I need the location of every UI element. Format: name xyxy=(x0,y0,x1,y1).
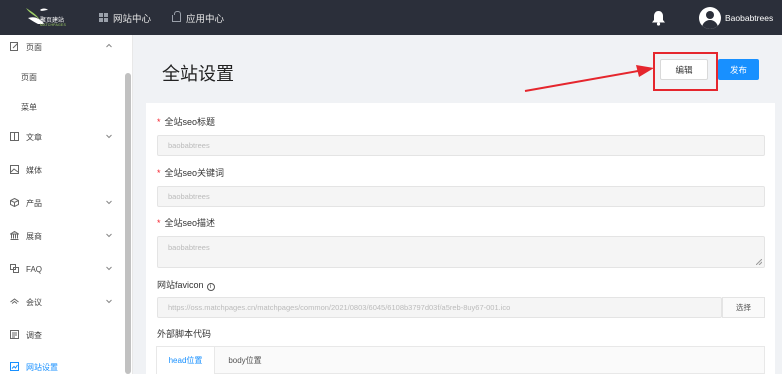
sidebar-item-label: 会议 xyxy=(26,297,42,307)
favicon-url-input[interactable]: https://oss.matchpages.cn/matchpages/com… xyxy=(157,297,722,318)
nav-website-center[interactable]: 网站中心 xyxy=(99,0,151,35)
survey-icon xyxy=(10,330,19,339)
sidebar-item-label: 网站设置 xyxy=(26,362,58,372)
sidebar-item-label: 菜单 xyxy=(21,102,37,112)
chevron-down-icon xyxy=(106,233,112,238)
required-mark: * xyxy=(157,117,161,127)
sidebar-item-exhibitors[interactable]: 展商 xyxy=(0,226,122,246)
favicon-label: 网站favicon i xyxy=(157,278,215,291)
field-label-text: 网站favicon xyxy=(157,280,204,290)
tab-head[interactable]: head位置 xyxy=(157,347,215,374)
seo-keywords-label: * 全站seo关键词 xyxy=(157,166,224,179)
nav-label: 网站中心 xyxy=(113,13,152,25)
seo-title-label: * 全站seo标题 xyxy=(157,115,215,128)
settings-icon xyxy=(10,362,19,371)
resize-handle-icon[interactable] xyxy=(756,259,762,265)
sidebar-item-meetings[interactable]: 会议 xyxy=(0,292,122,312)
edit-button[interactable]: 编辑 xyxy=(660,59,708,80)
sidebar-subitem-menu[interactable]: 菜单 xyxy=(0,97,122,117)
top-bar: 聚页建站 MATCHPAGES 网站中心 应用中心 Baobabtrees xyxy=(0,0,782,35)
seo-description-label: * 全站seo描述 xyxy=(157,216,215,229)
username: Baobabtrees xyxy=(725,12,774,23)
chevron-up-icon xyxy=(106,43,112,48)
seo-description-textarea[interactable]: baobabtrees xyxy=(157,236,765,268)
sidebar-item-label: 媒体 xyxy=(26,165,42,175)
external-script-label: 外部脚本代码 xyxy=(157,329,212,339)
cube-icon xyxy=(10,198,19,207)
required-mark: * xyxy=(157,218,161,228)
sidebar-subitem-pages[interactable]: 页面 xyxy=(0,67,122,87)
field-label-text: 全站seo关键词 xyxy=(164,168,225,178)
chevron-down-icon xyxy=(106,266,112,271)
sidebar-item-label: 调查 xyxy=(26,330,42,340)
sidebar-item-label: 展商 xyxy=(26,231,42,241)
image-icon xyxy=(10,165,19,174)
annotation-arrow xyxy=(524,65,654,92)
info-icon[interactable]: i xyxy=(206,283,215,291)
grid-icon xyxy=(99,13,108,22)
bag-icon xyxy=(172,11,181,22)
choose-favicon-button[interactable]: 选择 xyxy=(722,297,765,318)
sidebar-item-media[interactable]: 媒体 xyxy=(0,160,122,180)
chevron-down-icon xyxy=(106,299,112,304)
sidebar-item-pages[interactable]: 页面 xyxy=(0,37,122,57)
faq-icon xyxy=(10,264,19,273)
required-mark: * xyxy=(157,168,161,178)
tab-body[interactable]: body位置 xyxy=(215,347,275,374)
brand-subtitle: MATCHPAGES xyxy=(40,23,66,27)
sidebar-item-label: 页面 xyxy=(21,72,37,82)
sidebar-item-label: FAQ xyxy=(26,264,43,274)
nav-app-center[interactable]: 应用中心 xyxy=(172,0,224,35)
chevron-down-icon xyxy=(106,200,112,205)
user-menu[interactable]: Baobabtrees xyxy=(699,6,773,29)
sidebar: 页面 页面 菜单 文章 媒体 产品 展商 FAQ 会议 调查 网站设置 xyxy=(0,35,133,374)
field-label-text: 全站seo描述 xyxy=(164,218,216,228)
meeting-icon xyxy=(10,298,19,304)
edit-icon xyxy=(10,42,18,51)
input-value: baobabtrees xyxy=(168,243,210,252)
field-label-text: 全站seo标题 xyxy=(164,117,216,127)
bell-icon[interactable] xyxy=(651,10,666,26)
sidebar-item-survey[interactable]: 调查 xyxy=(0,325,122,345)
input-value: https://oss.matchpages.cn/matchpages/com… xyxy=(168,303,511,312)
script-position-tabs: head位置 body位置 xyxy=(156,346,765,374)
bank-icon xyxy=(10,231,19,240)
sidebar-item-site-settings[interactable]: 网站设置 xyxy=(0,357,122,374)
sidebar-item-label: 页面 xyxy=(26,42,42,52)
sidebar-item-faq[interactable]: FAQ xyxy=(0,259,122,279)
sidebar-item-products[interactable]: 产品 xyxy=(0,193,122,213)
input-value: baobabtrees xyxy=(168,141,210,150)
page-title: 全站设置 xyxy=(162,64,234,84)
seo-keywords-input[interactable]: baobabtrees xyxy=(157,186,765,207)
avatar xyxy=(699,6,721,29)
seo-title-input[interactable]: baobabtrees xyxy=(157,135,765,156)
publish-button[interactable]: 发布 xyxy=(718,59,759,80)
nav-label: 应用中心 xyxy=(186,13,225,25)
chevron-down-icon xyxy=(106,134,112,139)
input-value: baobabtrees xyxy=(168,192,210,201)
sidebar-item-label: 产品 xyxy=(26,198,42,208)
sidebar-item-label: 文章 xyxy=(26,132,42,142)
sidebar-item-articles[interactable]: 文章 xyxy=(0,127,122,147)
sidebar-scrollbar[interactable] xyxy=(125,73,131,374)
book-icon xyxy=(10,132,19,141)
